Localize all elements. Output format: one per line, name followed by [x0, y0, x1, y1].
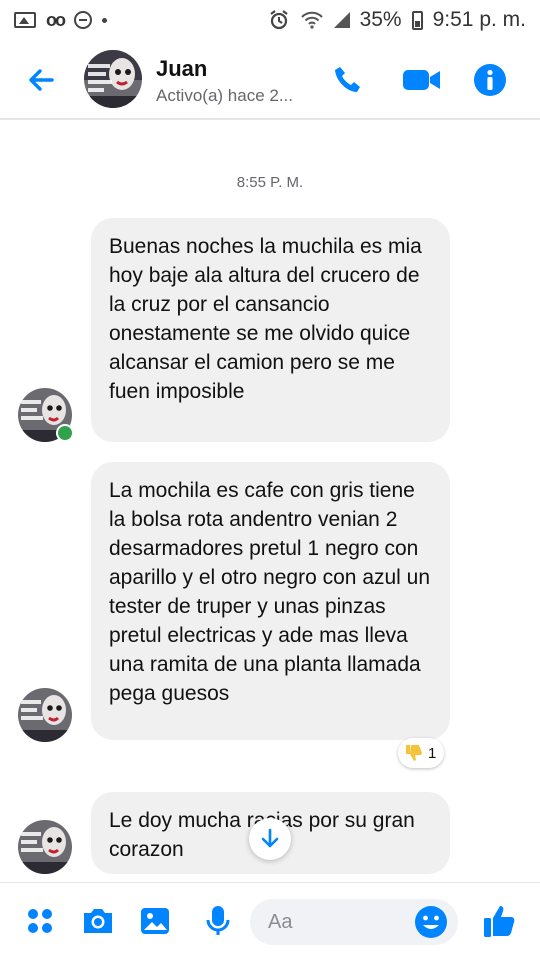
like-button[interactable]: [482, 903, 518, 939]
sender-avatar: [18, 820, 72, 874]
call-button[interactable]: [330, 62, 366, 98]
scroll-to-bottom-button[interactable]: [249, 818, 291, 860]
video-call-button[interactable]: [402, 62, 442, 98]
gallery-icon: [141, 908, 169, 934]
contact-status: Activo(a) hace 2...: [156, 86, 294, 105]
conversation-header: Juan Activo(a) hace 2...: [0, 40, 540, 120]
status-bar-left: oo: [14, 10, 107, 31]
voicemail-icon: oo: [46, 9, 66, 30]
phone-icon: [335, 67, 360, 92]
apps-icon: [28, 909, 52, 933]
sender-avatar: [18, 688, 72, 742]
alarm-icon: [269, 10, 288, 30]
battery-percent: 35%: [359, 8, 402, 31]
camera-icon: [84, 909, 112, 933]
voice-message-button[interactable]: [200, 903, 236, 939]
more-notifications-icon: [102, 17, 107, 23]
emoji-icon[interactable]: [414, 905, 448, 939]
status-bar: oo 35% 9:51 p. m.: [0, 0, 540, 40]
message-bubble[interactable]: La mochila es cafe con gris tiene la bol…: [91, 462, 450, 740]
contact-avatar[interactable]: [84, 50, 142, 108]
apps-button[interactable]: [22, 903, 58, 939]
thumbs-down-reaction-icon: [406, 745, 422, 761]
gallery-button[interactable]: [137, 903, 173, 939]
info-icon: [474, 64, 506, 96]
microphone-icon: [206, 906, 230, 935]
battery-icon: [411, 10, 423, 30]
back-arrow-icon[interactable]: [22, 60, 62, 100]
video-camera-icon: [403, 70, 440, 90]
thumbs-up-icon: [484, 906, 515, 937]
camera-button[interactable]: [80, 903, 116, 939]
message-timestamp: 8:55 P. M.: [236, 174, 304, 191]
contact-name[interactable]: Juan: [156, 56, 207, 82]
message-bubble[interactable]: Buenas noches la muchila es mia hoy baje…: [91, 218, 450, 442]
scroll-down-icon: [261, 828, 279, 848]
image-notification-icon: [14, 12, 36, 28]
do-not-disturb-icon: [74, 11, 92, 29]
reaction-count: 1: [428, 744, 437, 762]
info-button[interactable]: [472, 62, 508, 98]
signal-icon: [333, 12, 350, 28]
clock: 9:51 p. m.: [432, 8, 526, 31]
online-indicator: [56, 424, 74, 442]
wifi-icon: [300, 11, 323, 29]
status-bar-right: 35% 9:51 p. m.: [268, 8, 526, 32]
message-reaction[interactable]: 1: [398, 738, 445, 768]
message-composer: [0, 882, 540, 960]
